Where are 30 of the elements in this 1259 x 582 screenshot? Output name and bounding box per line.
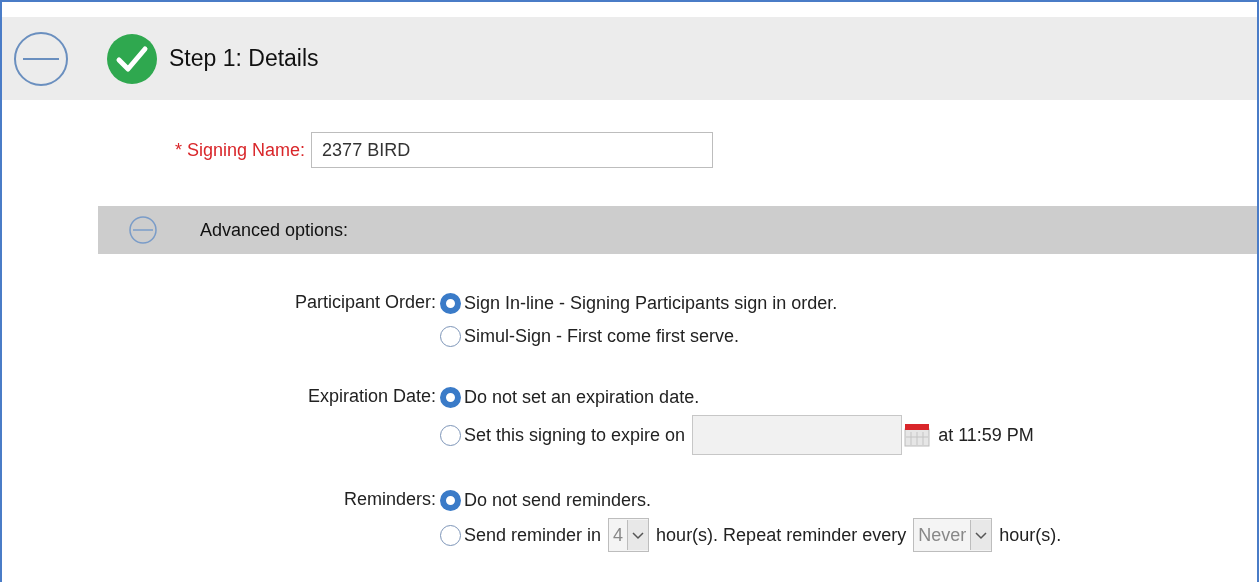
caret-icon[interactable] bbox=[970, 520, 992, 550]
dropdown[interactable]: 4 bbox=[608, 518, 650, 552]
radio-button[interactable] bbox=[440, 326, 461, 347]
option-text: Send reminder in bbox=[464, 524, 602, 546]
option-label: Participant Order: bbox=[294, 292, 436, 312]
option-text: Set this signing to expire on bbox=[464, 424, 686, 446]
caret-icon[interactable] bbox=[627, 520, 649, 550]
option-text: hour(s). bbox=[999, 524, 1062, 546]
calendar-icon[interactable] bbox=[904, 423, 931, 447]
option-label: Reminders: bbox=[343, 489, 436, 509]
option-text: Do not send reminders. bbox=[464, 490, 652, 511]
dropdown[interactable]: Never bbox=[913, 518, 993, 552]
option-text: at 11:59 PM bbox=[938, 424, 1034, 446]
date-field[interactable] bbox=[692, 415, 903, 455]
signing-name-field[interactable]: 2377 BIRD bbox=[311, 132, 714, 168]
section-title: Advanced options: bbox=[200, 219, 349, 241]
field-label: Signing Name: bbox=[187, 139, 306, 161]
radio-button[interactable] bbox=[440, 524, 461, 546]
collapse-icon[interactable] bbox=[128, 215, 158, 245]
option-label: Expiration Date: bbox=[307, 386, 436, 406]
option-text: Do not set an expiration date. bbox=[464, 387, 700, 408]
required-mark: * bbox=[175, 139, 182, 161]
radio-button[interactable] bbox=[440, 490, 461, 511]
option-text: hour(s). Repeat reminder every bbox=[656, 524, 907, 546]
option-text: Simul-Sign - First come first serve. bbox=[464, 326, 740, 347]
radio-button[interactable] bbox=[440, 424, 461, 446]
radio-button[interactable] bbox=[440, 387, 461, 408]
step-title: Step 1: Details bbox=[169, 45, 319, 72]
option-text: Sign In-line - Signing Participants sign in order. bbox=[464, 293, 838, 314]
radio-button[interactable] bbox=[440, 293, 461, 314]
